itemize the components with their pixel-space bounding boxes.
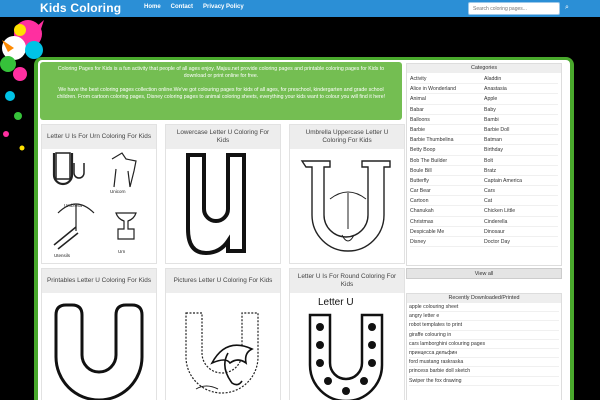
category-link[interactable]: Barbie <box>410 125 484 136</box>
recent-item-link[interactable]: ford mustang raskraska <box>409 358 559 368</box>
site-logo[interactable]: Kids Coloring <box>40 1 121 15</box>
category-link[interactable]: Butterfly <box>410 176 484 187</box>
category-link[interactable]: Anastasia <box>484 84 558 95</box>
recent-item-link[interactable]: apple colouring sheet <box>409 303 559 313</box>
intro-paragraph-1: Coloring Pages for Kids is a fun activit… <box>57 66 385 79</box>
category-link[interactable]: Cat <box>484 196 558 207</box>
category-link[interactable]: Bob The Builder <box>410 156 484 166</box>
category-link[interactable]: Aladdin <box>484 74 558 85</box>
letter-u-dots-image[interactable]: Letter U <box>290 293 404 400</box>
lowercase-u-image[interactable] <box>166 149 280 263</box>
category-link[interactable]: Birthday <box>484 145 558 156</box>
category-link[interactable]: Barbie Doll <box>484 125 558 136</box>
letter-u-caption: Letter U <box>318 297 354 308</box>
category-link[interactable]: Bolt <box>484 156 558 166</box>
category-link[interactable]: Betty Boop <box>410 145 484 156</box>
category-link[interactable]: Cars <box>484 186 558 197</box>
category-link[interactable]: Car Bear <box>410 186 484 197</box>
card-title[interactable]: Printables Letter U Coloring For Kids <box>42 269 156 293</box>
card-title[interactable]: Letter U Is For Urn Coloring For Kids <box>42 125 156 149</box>
card-title[interactable]: Lowercase Letter U Coloring For Kids <box>166 125 280 149</box>
intro-box: Coloring Pages for Kids is a fun activit… <box>40 62 402 120</box>
category-link[interactable]: Bambi <box>484 115 558 125</box>
intro-paragraph-2: We have the best coloring pages collecti… <box>56 87 386 100</box>
category-link[interactable]: Disney <box>410 237 484 248</box>
card-pictures-letter-u[interactable]: Pictures Letter U Coloring For Kids <box>165 268 281 400</box>
recently-downloaded-panel: Recently Downloaded/Printed apple colour… <box>406 293 562 400</box>
nav-home[interactable]: Home <box>144 4 161 10</box>
card-letter-u-urn[interactable]: Letter U Is For Urn Coloring For Kids Un… <box>41 124 157 264</box>
recent-item-link[interactable]: cars lamborghini colouring pages <box>409 340 559 349</box>
label-unicorn: Unicorn <box>110 189 126 194</box>
search-input[interactable] <box>468 2 560 15</box>
recent-item-link[interactable]: Swiper the fox drawing <box>409 377 559 386</box>
category-link[interactable]: Babar <box>410 105 484 115</box>
label-umbrella: Umbrella <box>64 203 83 208</box>
card-title[interactable]: Umbrella Uppercase Letter U Coloring For… <box>290 125 404 149</box>
category-link[interactable]: Barbie Thumbelina <box>410 135 484 146</box>
recent-item-link[interactable]: angry letter e <box>409 312 559 322</box>
category-link[interactable]: Alice in Wonderland <box>410 84 484 95</box>
category-link[interactable]: Captain America <box>484 176 558 187</box>
category-link[interactable]: Animal <box>410 94 484 105</box>
nav-privacy-policy[interactable]: Privacy Policy <box>203 4 244 10</box>
category-link[interactable]: Dinosaur <box>484 227 558 237</box>
view-all-button[interactable]: View all <box>406 268 562 279</box>
recent-item-link[interactable]: giraffe colouring in <box>409 331 559 340</box>
main-nav: Home Contact Privacy Policy <box>144 4 244 10</box>
category-link[interactable]: Despicable Me <box>410 227 484 237</box>
nav-contact[interactable]: Contact <box>171 4 193 10</box>
card-letter-u-round[interactable]: Letter U Is For Round Coloring For Kids … <box>289 268 405 400</box>
category-link[interactable]: Boule Bill <box>410 166 484 176</box>
category-link[interactable]: Bratz <box>484 166 558 176</box>
category-link[interactable]: Balloons <box>410 115 484 125</box>
recently-downloaded-list: apple colouring sheet angry letter e robot… <box>407 303 561 386</box>
recent-item-link[interactable]: принцесса дельфин <box>409 349 559 359</box>
recent-item-link[interactable]: robot templates to print <box>409 321 559 331</box>
card-lowercase-letter-u[interactable]: Lowercase Letter U Coloring For Kids <box>165 124 281 264</box>
recently-downloaded-heading: Recently Downloaded/Printed <box>407 294 561 303</box>
card-title[interactable]: Pictures Letter U Coloring For Kids <box>166 269 280 293</box>
card-title[interactable]: Letter U Is For Round Coloring For Kids <box>290 269 404 293</box>
label-urn: Urn <box>118 249 126 254</box>
categories-list: Activity Aladdin Alice in Wonderland Anasta… <box>407 73 561 248</box>
categories-panel: Categories Activity Aladdin Alice in Wonde… <box>406 63 562 266</box>
bubble-u-image[interactable] <box>42 293 156 400</box>
category-link[interactable]: Chicken Little <box>484 206 558 217</box>
search-icon[interactable]: ⌕ <box>562 3 572 13</box>
category-link[interactable]: Cartoon <box>410 196 484 207</box>
umbrella-u-image[interactable] <box>290 149 404 263</box>
categories-heading: Categories <box>407 64 561 73</box>
label-utensils: Utensils <box>54 253 71 258</box>
card-printables-letter-u[interactable]: Printables Letter U Coloring For Kids <box>41 268 157 400</box>
umbrella-picture-image[interactable] <box>166 293 280 400</box>
category-link[interactable]: Chanukah <box>410 206 484 217</box>
category-link[interactable]: Doctor Day <box>484 237 558 248</box>
category-link[interactable]: Apple <box>484 94 558 105</box>
category-link[interactable]: Batman <box>484 135 558 146</box>
category-link[interactable]: Cinderella <box>484 217 558 227</box>
category-link[interactable]: Baby <box>484 105 558 115</box>
category-link[interactable]: Christmas <box>410 217 484 227</box>
category-link[interactable]: Activity <box>410 74 484 85</box>
letter-u-urn-image[interactable]: Unicorn Umbrella Utensils Urn <box>42 149 156 263</box>
card-umbrella-letter-u[interactable]: Umbrella Uppercase Letter U Coloring For… <box>289 124 405 264</box>
recent-item-link[interactable]: princess barbie doll sketch <box>409 367 559 377</box>
